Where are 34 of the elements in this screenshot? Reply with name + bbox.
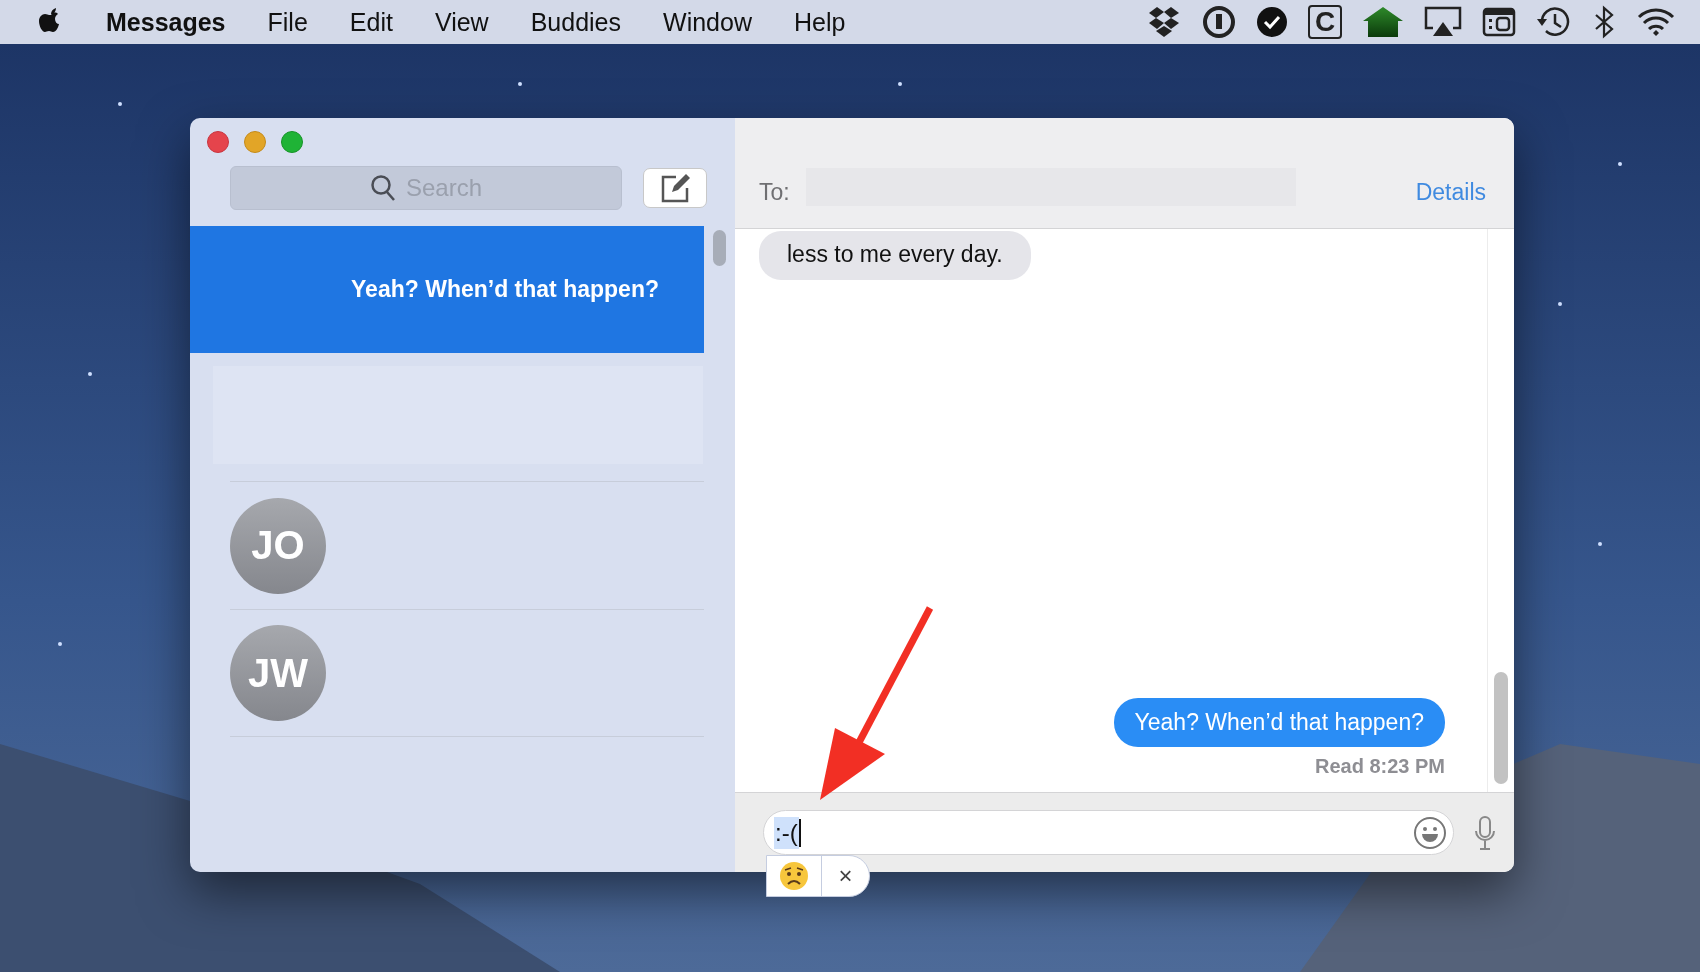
keyhole-icon[interactable] bbox=[1202, 5, 1236, 39]
compose-icon bbox=[660, 173, 690, 203]
app-icon[interactable]: C bbox=[1308, 5, 1342, 39]
menu-item[interactable]: View bbox=[434, 7, 489, 37]
menu-item[interactable]: Edit bbox=[349, 7, 393, 37]
wifi-icon[interactable] bbox=[1636, 6, 1676, 38]
avatar: JO bbox=[230, 497, 326, 594]
compose-button[interactable] bbox=[643, 168, 707, 208]
menu-item[interactable]: Window bbox=[663, 7, 752, 37]
read-receipt: Read 8:23 PM bbox=[1314, 755, 1445, 778]
zoom-button[interactable] bbox=[281, 131, 303, 153]
dismiss-button[interactable]: × bbox=[822, 856, 869, 896]
menu-item[interactable]: Buddies bbox=[530, 7, 622, 37]
to-label: To: bbox=[759, 179, 790, 206]
check-icon[interactable] bbox=[1256, 6, 1288, 38]
sent-message: Yeah? When’d that happen? bbox=[1113, 698, 1445, 747]
scrollbar-thumb[interactable] bbox=[713, 230, 726, 266]
received-message: less to me every day. bbox=[759, 231, 1031, 280]
app-menu[interactable]: Messages bbox=[106, 7, 226, 37]
message-field[interactable]: :-( bbox=[763, 810, 1454, 855]
airplay-icon[interactable] bbox=[1424, 6, 1462, 38]
menu-item[interactable]: Help bbox=[793, 7, 846, 37]
keyboard-window-icon[interactable] bbox=[1482, 6, 1516, 38]
conversation-row[interactable]: Yeah? When’d that happen? bbox=[190, 226, 704, 353]
close-button[interactable] bbox=[207, 131, 229, 153]
smiley-icon[interactable] bbox=[1413, 815, 1447, 850]
microphone-icon[interactable] bbox=[1474, 814, 1496, 851]
house-icon[interactable] bbox=[1362, 6, 1404, 38]
clock-arrow-icon[interactable] bbox=[1536, 5, 1572, 39]
scrollbar-thumb[interactable] bbox=[1494, 672, 1508, 784]
menu-item[interactable]: File bbox=[267, 7, 308, 37]
search-icon bbox=[369, 174, 396, 202]
worried-face-icon[interactable] bbox=[779, 861, 809, 891]
avatar: JW bbox=[230, 625, 326, 721]
